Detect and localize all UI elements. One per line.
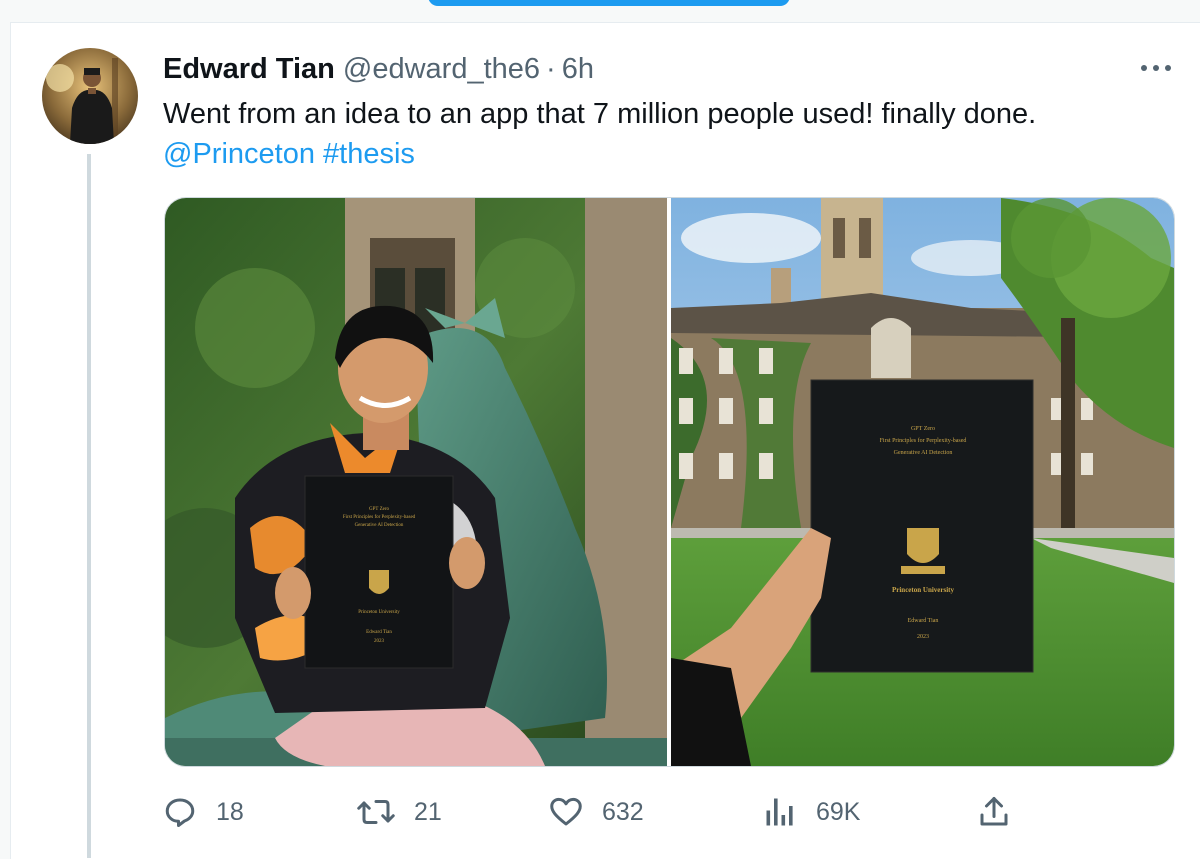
- book-title-3: Generative AI Detection: [894, 450, 953, 456]
- more-options-icon[interactable]: [1138, 58, 1174, 78]
- separator-dot: ·: [546, 52, 556, 85]
- retweet-count: 21: [414, 797, 442, 826]
- book-title-2: First Principles for Perplexity-based: [880, 437, 967, 444]
- reply-icon: [165, 798, 195, 827]
- like-button[interactable]: 632: [548, 790, 644, 834]
- retweet-button[interactable]: 21: [356, 790, 442, 834]
- new-tweets-pill[interactable]: [428, 0, 790, 6]
- views-chart-icon: [766, 798, 793, 826]
- book-university: Princeton University: [358, 610, 400, 615]
- hashtag-link[interactable]: #thesis: [323, 138, 415, 170]
- views-button[interactable]: 69K: [762, 790, 860, 834]
- heart-icon: [550, 797, 582, 826]
- action-bar: 18 21 632 69K: [162, 790, 1022, 834]
- author-name[interactable]: Edward Tian: [163, 53, 335, 86]
- photo-left[interactable]: GPT Zero First Principles for Perplexity…: [165, 198, 667, 766]
- tweet-header: Edward Tian @edward_the6 · 6h: [163, 52, 594, 86]
- view-count: 69K: [816, 797, 861, 826]
- reply-button[interactable]: 18: [162, 790, 244, 834]
- tweet-text-line: Went from an idea to an app that 7 milli…: [163, 98, 1037, 130]
- tweet-timestamp[interactable]: 6h: [562, 53, 594, 86]
- book-university: Princeton University: [892, 586, 955, 594]
- thread-line: [87, 154, 91, 858]
- author-handle[interactable]: @edward_the6: [343, 53, 540, 86]
- book-author: Edward Tian: [908, 618, 939, 624]
- reply-count: 18: [216, 797, 244, 826]
- book-title-2: First Principles for Perplexity-based: [343, 515, 416, 520]
- book-title-1: GPT Zero: [369, 507, 390, 512]
- book-title-3: Generative AI Detection: [355, 523, 404, 528]
- mention-link[interactable]: @Princeton: [163, 138, 315, 170]
- book-title-1: GPT Zero: [911, 426, 935, 432]
- share-button[interactable]: [976, 790, 1012, 834]
- avatar[interactable]: [42, 48, 138, 144]
- share-icon: [980, 797, 1008, 826]
- like-count: 632: [602, 797, 644, 826]
- retweet-icon: [357, 800, 395, 824]
- book-year: 2023: [917, 634, 929, 640]
- media-grid: GPT Zero First Principles for Perplexity…: [164, 197, 1175, 767]
- tweet-text: Went from an idea to an app that 7 milli…: [163, 94, 1163, 174]
- photo-right[interactable]: GPT Zero First Principles for Perplexity…: [671, 198, 1174, 766]
- book-year: 2023: [374, 639, 385, 644]
- shield-icon: [369, 570, 389, 594]
- book-author: Edward Tian: [366, 630, 392, 635]
- shield-icon: [907, 528, 939, 563]
